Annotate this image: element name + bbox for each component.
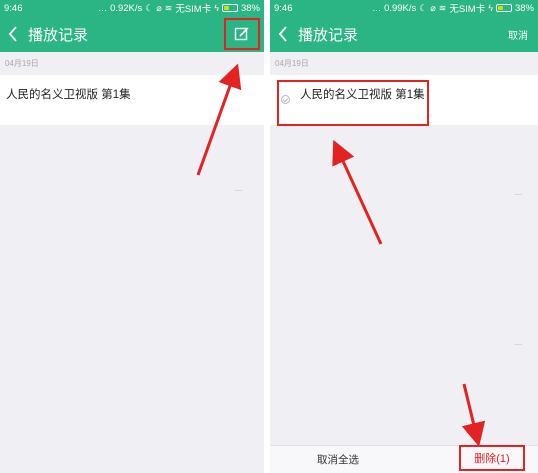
moon-icon: ☾: [419, 2, 428, 13]
alarm-off-icon: ⌀: [430, 2, 436, 13]
dots-icon: …: [98, 2, 108, 13]
highlight-box: [277, 80, 429, 126]
network-speed: 0.99K/s: [384, 2, 417, 14]
delete-button[interactable]: 删除(1): [459, 445, 525, 471]
page-title: 播放记录: [298, 26, 359, 44]
chevron-left-icon[interactable]: [272, 16, 294, 52]
watermark-mark: ꟾ: [512, 343, 522, 346]
dots-icon: …: [372, 2, 382, 13]
app-header: 播放记录 取消: [270, 16, 538, 52]
status-bar: 9:46 … 0.92K/s ☾ ⌀ ≋ 无SIM卡 ϟ 38%: [0, 0, 264, 16]
charging-icon: ϟ: [488, 2, 493, 13]
status-time: 9:46: [4, 2, 23, 14]
watermark-mark: ꟾ: [512, 193, 522, 196]
bottom-action-bar: 取消全选 删除(1): [270, 445, 538, 473]
battery-percent: 38%: [514, 2, 534, 14]
list-item[interactable]: 人民的名义卫视版 第1集: [0, 75, 264, 125]
edit-icon: [234, 27, 249, 41]
network-speed: 0.92K/s: [110, 2, 143, 14]
charging-icon: ϟ: [214, 2, 219, 13]
page-title: 播放记录: [28, 26, 89, 44]
alarm-off-icon: ⌀: [156, 2, 162, 13]
carrier-label: 无SIM卡: [449, 4, 486, 15]
wifi-icon: ≋: [164, 2, 173, 13]
battery-icon: [221, 4, 238, 12]
chevron-left-icon[interactable]: [2, 16, 24, 52]
battery-icon: [495, 4, 512, 12]
section-date: 04月19日: [275, 59, 309, 68]
watermark-mark: ꟾ: [232, 189, 242, 192]
battery-percent: 38%: [240, 2, 260, 14]
edit-button[interactable]: [224, 18, 260, 50]
moon-icon: ☾: [145, 2, 154, 13]
status-bar: 9:46 … 0.99K/s ☾ ⌀ ≋ 无SIM卡 ϟ 38%: [270, 0, 538, 16]
screen-history-edit: 9:46 … 0.99K/s ☾ ⌀ ≋ 无SIM卡 ϟ 38% 播放记录 取消…: [270, 0, 538, 473]
status-time: 9:46: [274, 2, 293, 14]
cancel-button[interactable]: 取消: [508, 27, 528, 42]
wifi-icon: ≋: [438, 2, 447, 13]
deselect-all-button[interactable]: 取消全选: [317, 452, 359, 467]
carrier-label: 无SIM卡: [175, 4, 212, 15]
section-date: 04月19日: [5, 59, 39, 68]
list-item-title: 人民的名义卫视版 第1集: [6, 89, 131, 101]
screen-history: 9:46 … 0.92K/s ☾ ⌀ ≋ 无SIM卡 ϟ 38% 播放记录 04…: [0, 0, 264, 473]
app-header: 播放记录: [0, 16, 264, 52]
